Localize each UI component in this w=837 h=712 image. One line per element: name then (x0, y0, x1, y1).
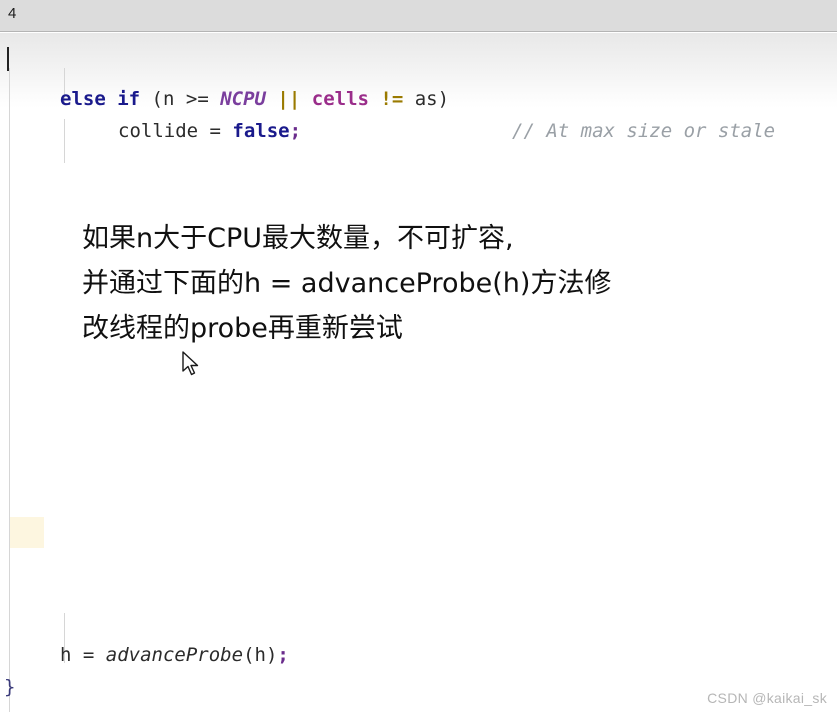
method-arguments: (h) (243, 644, 278, 666)
editor-topbar: 4 (0, 0, 837, 32)
csdn-watermark: CSDN @kaikai_sk (707, 690, 827, 706)
indent-guide-line (9, 68, 10, 712)
mouse-pointer-icon (182, 351, 199, 376)
operator-assign: = (198, 120, 233, 142)
code-line-closing-brace[interactable]: } (4, 675, 15, 699)
paren-open: ( (140, 88, 163, 110)
field-cells: cells (311, 88, 369, 110)
text-caret (7, 47, 9, 71)
closing-brace: } (4, 676, 16, 698)
code-line-else-if[interactable]: else if (n >= NCPU || cells != as) (60, 87, 449, 111)
code-editor-surface[interactable]: else if (n >= NCPU || cells != as) colli… (0, 33, 837, 712)
variable-as: as (414, 88, 438, 110)
operator-assign-2: = (71, 644, 106, 666)
method-advance-probe: advanceProbe (105, 644, 244, 666)
highlighted-region (10, 517, 44, 548)
code-line-collide-assign[interactable]: collide = false; (118, 119, 301, 143)
code-comment: // At max size or stale (512, 120, 776, 142)
variable-h: h (60, 644, 72, 666)
keyword-false: false (232, 120, 290, 142)
operator-greater-equal: >= (174, 88, 221, 110)
annotation-line-2: 并通过下面的h = advanceProbe(h)方法修 (82, 268, 612, 299)
operator-not-equal: != (368, 88, 415, 110)
code-line-advance-probe[interactable]: h = advanceProbe(h); (60, 643, 289, 667)
paren-close: ) (437, 88, 450, 110)
keyword-else: else (60, 88, 106, 110)
indent-guide-line (64, 119, 65, 163)
annotation-line-1: 如果n大于CPU最大数量，不可扩容, (82, 223, 514, 254)
topbar-label: 4 (8, 5, 17, 22)
semicolon: ; (289, 120, 302, 142)
variable-collide: collide (118, 120, 199, 142)
constant-ncpu: NCPU (220, 88, 266, 110)
operator-logical-or: || (265, 88, 312, 110)
variable-n: n (163, 88, 175, 110)
space-1 (106, 88, 117, 110)
screenshot-root: 4 else if (n >= NCPU || cells != as) col… (0, 0, 837, 712)
semicolon-2: ; (277, 644, 289, 666)
annotation-line-3: 改线程的probe再重新尝试 (82, 313, 403, 344)
keyword-if: if (117, 88, 141, 110)
